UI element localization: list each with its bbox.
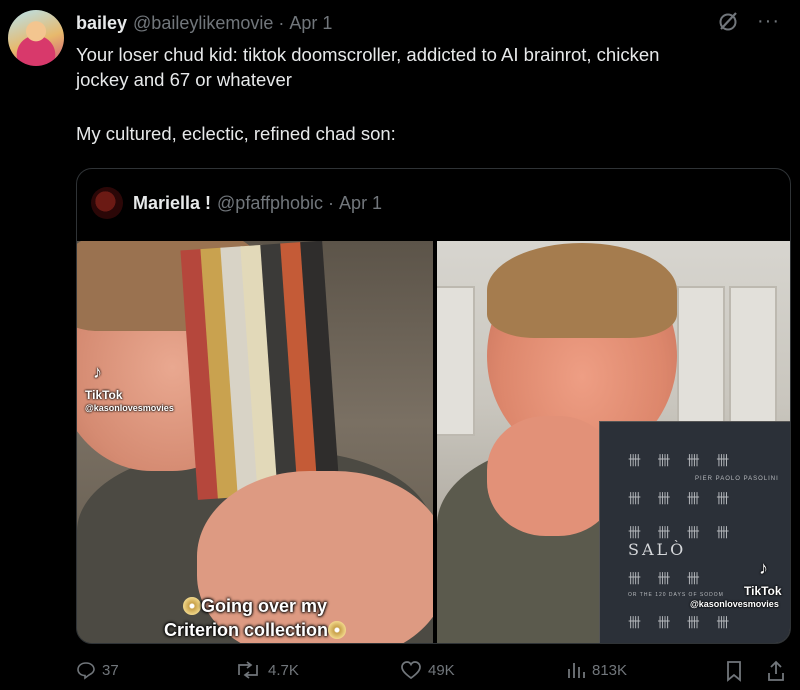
bookmark-button[interactable] (724, 660, 744, 682)
quoted-avatar (91, 187, 123, 219)
quoted-tweet[interactable]: Mariella ! @pfaffphobic · Apr 1 ♪ TikTok… (76, 168, 791, 644)
tiktok-icon: ♪ (93, 362, 102, 382)
salo-title: SALÒ (628, 540, 687, 559)
video-caption: Going over my (77, 595, 433, 617)
disc-icon (182, 597, 201, 615)
salo-subtitle: OR THE 120 DAYS OF SODOM (628, 592, 724, 598)
tweet-text-line: My cultured, eclectic, refined chad son: (76, 123, 396, 144)
bluray-stack (180, 241, 347, 500)
quoted-handle: @pfaffphobic (217, 192, 324, 213)
more-icon[interactable]: ··· (757, 11, 780, 31)
author-avatar[interactable] (8, 10, 64, 66)
media-image-right[interactable]: PIER PAOLO PASOLINI 卌 卌 卌 卌 卌 卌 卌 卌 卌 卌 … (437, 241, 790, 643)
reply-count: 37 (102, 661, 119, 679)
views-icon (568, 663, 585, 678)
disc-icon (328, 621, 347, 639)
like-button[interactable]: 49K (400, 660, 455, 680)
header-icons: ··· (717, 10, 780, 32)
salo-author: PIER PAOLO PASOLINI (695, 476, 779, 482)
reply-icon (77, 662, 95, 680)
repost-button[interactable]: 4.7K (234, 660, 299, 680)
bookmark-icon (727, 661, 741, 682)
reply-button[interactable]: 37 (76, 660, 119, 680)
quoted-media[interactable]: ♪ TikTok @kasonlovesmovies Going over my… (77, 241, 790, 643)
share-button[interactable] (766, 660, 786, 682)
grok-icon[interactable] (717, 10, 739, 32)
quoted-header: Mariella ! @pfaffphobic · Apr 1 (91, 187, 382, 219)
quoted-author-name: Mariella ! (133, 192, 212, 213)
tiktok-label: TikTok (744, 584, 782, 598)
quoted-date: Apr 1 (339, 192, 383, 213)
tweet-text-line: jockey and 67 or whatever (76, 69, 292, 90)
separator-dot: · (278, 12, 285, 33)
tweet-text: Your loser chud kid: tiktok doomscroller… (76, 42, 776, 146)
share-icon (768, 660, 784, 681)
tiktok-icon: ♪ (759, 558, 768, 578)
tiktok-label: TikTok (85, 388, 123, 402)
like-count: 49K (428, 661, 455, 679)
tweet-header: bailey @baileylikemovie · Apr 1 ··· (76, 10, 780, 36)
tweet-text-line: Your loser chud kid: tiktok doomscroller… (76, 44, 660, 65)
media-image-left[interactable]: ♪ TikTok @kasonlovesmovies Going over my… (77, 241, 433, 643)
author-name[interactable]: bailey (76, 13, 127, 34)
views-button[interactable]: 813K (566, 660, 627, 680)
author-handle[interactable]: @baileylikemovie (133, 13, 273, 34)
video-caption: Criterion collection (77, 619, 433, 641)
views-count: 813K (592, 661, 628, 679)
repost-count: 4.7K (268, 661, 299, 679)
action-bar: 37 4.7K 49K 813K (76, 660, 791, 684)
separator-dot: · (328, 192, 335, 213)
salo-bluray: PIER PAOLO PASOLINI 卌 卌 卌 卌 卌 卌 卌 卌 卌 卌 … (599, 421, 790, 643)
tiktok-username: @kasonlovesmovies (690, 599, 779, 609)
tiktok-username: @kasonlovesmovies (85, 403, 174, 413)
repost-icon (238, 661, 258, 679)
like-icon (401, 661, 421, 680)
tweet-date[interactable]: Apr 1 (289, 13, 332, 34)
